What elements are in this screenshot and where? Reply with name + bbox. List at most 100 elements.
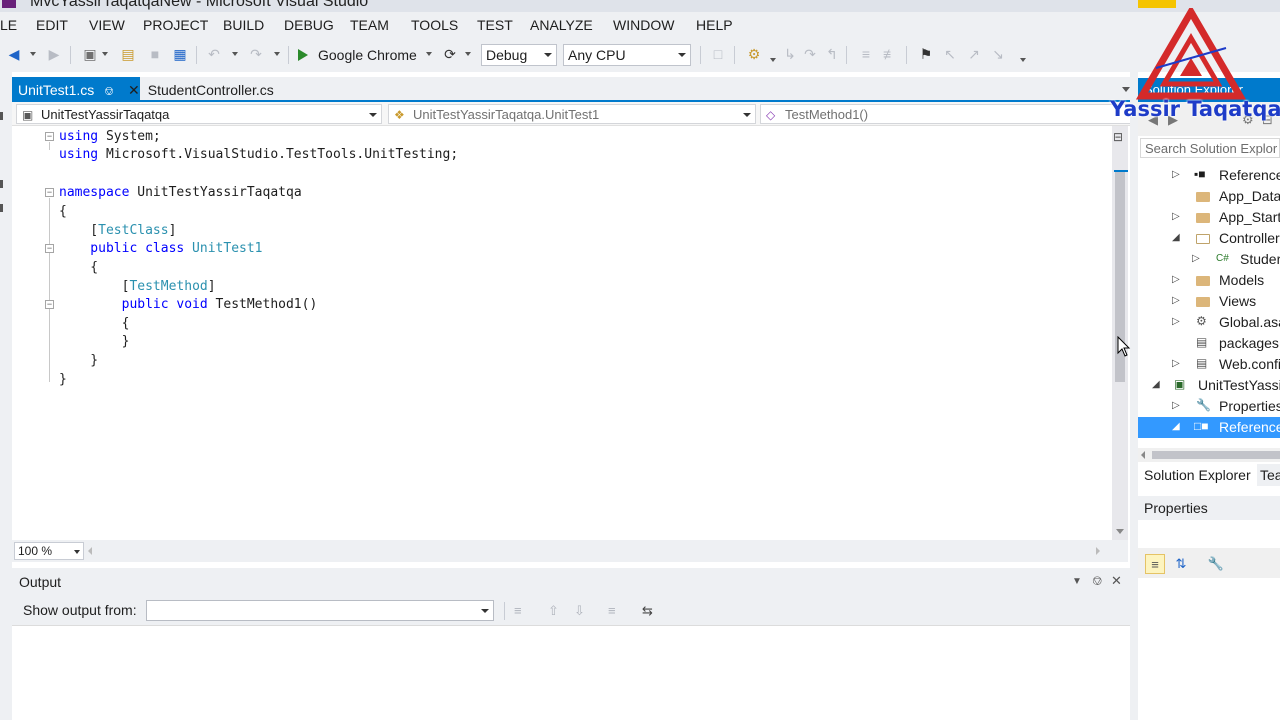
collapse-tree-icon[interactable]: ◢ <box>1152 379 1160 390</box>
comment-icon[interactable]: ≡ <box>858 46 874 62</box>
type-dropdown[interactable]: ❖ UnitTestYassirTaqatqa.UnitTest1 <box>388 104 756 124</box>
word-wrap-icon[interactable]: ⇆ <box>642 603 653 619</box>
scrollbar-thumb[interactable] <box>1152 451 1280 459</box>
expand-icon[interactable]: ▷ <box>1172 274 1180 285</box>
alphabetical-icon[interactable]: ⇅ <box>1171 554 1191 574</box>
pin-icon[interactable]: ⎊ <box>104 84 114 98</box>
tree-item-global-asax[interactable]: ▷ ⚙ Global.asa <box>1138 312 1280 333</box>
menu-debug[interactable]: DEBUG <box>284 17 334 33</box>
split-window-icon[interactable]: ⊟ <box>1113 130 1123 144</box>
pin-icon[interactable]: ⎊ <box>1092 573 1102 589</box>
expand-icon[interactable]: ▷ <box>1192 253 1200 264</box>
save-all-icon[interactable]: ▦ <box>172 46 188 62</box>
toolbar-overflow-icon[interactable] <box>1020 58 1026 62</box>
menu-window[interactable]: WINDOW <box>613 17 674 33</box>
tree-item-app-start[interactable]: ▷ App_Start <box>1138 207 1280 228</box>
close-icon[interactable]: ✕ <box>128 82 140 98</box>
step-over-icon[interactable]: ↷ <box>802 46 818 62</box>
data-sources-tab-icon[interactable] <box>0 204 3 212</box>
solution-platform-select[interactable]: Any CPU <box>563 44 691 66</box>
tree-item-unittest-project[interactable]: ◢ ▣ UnitTestYassi <box>1138 375 1280 396</box>
output-source-select[interactable] <box>146 600 494 621</box>
tab-solution-explorer[interactable]: Solution Explorer <box>1138 464 1257 486</box>
clear-all-icon[interactable]: ≡ <box>608 603 616 618</box>
find-in-files-icon[interactable]: □ <box>710 46 726 62</box>
tree-item-references-selected[interactable]: ◢ □■ Reference <box>1138 417 1280 438</box>
search-solution-explorer-input[interactable]: Search Solution Explor <box>1140 138 1280 158</box>
menu-project[interactable]: PROJECT <box>143 17 208 33</box>
find-message-icon[interactable]: ≡ <box>514 603 522 618</box>
new-project-dropdown-icon[interactable] <box>102 52 108 56</box>
start-debugging-button[interactable]: Google Chrome <box>298 45 417 65</box>
save-icon[interactable]: ■ <box>147 46 163 62</box>
new-project-icon[interactable]: ▣ <box>82 46 98 62</box>
menu-build[interactable]: BUILD <box>223 17 264 33</box>
solution-explorer-hscrollbar[interactable] <box>1138 448 1280 462</box>
collapse-tree-icon[interactable]: ◢ <box>1172 421 1180 432</box>
tree-item-web-config[interactable]: ▷ ▤ Web.confi <box>1138 354 1280 375</box>
next-message-icon[interactable]: ⇩ <box>574 603 585 619</box>
menu-analyze[interactable]: ANALYZE <box>530 17 593 33</box>
menu-test[interactable]: TEST <box>477 17 513 33</box>
tree-item-controllers[interactable]: ◢ Controller <box>1138 228 1280 249</box>
solution-configuration-select[interactable]: Debug <box>481 44 557 66</box>
project-dropdown[interactable]: ▣ UnitTestYassirTaqatqa <box>16 104 382 124</box>
tab-studentcontroller[interactable]: ✕ StudentController.cs <box>122 77 307 102</box>
run-target-dropdown-icon[interactable] <box>426 52 432 56</box>
tree-item-models[interactable]: ▷ Models <box>1138 270 1280 291</box>
redo-icon[interactable]: ↷ <box>248 46 264 62</box>
collapse-tree-icon[interactable]: ◢ <box>1172 232 1180 243</box>
tab-unittest1[interactable]: UnitTest1.cs ⎊ <box>12 77 140 102</box>
expand-icon[interactable]: ▷ <box>1172 295 1180 306</box>
solution-configurations-icon[interactable]: ⚙ <box>746 46 762 62</box>
tree-item-properties[interactable]: ▷ 🔧 Properties <box>1138 396 1280 417</box>
member-dropdown[interactable]: ◇ TestMethod1() <box>760 104 1136 124</box>
undo-dropdown-icon[interactable] <box>232 52 238 56</box>
refresh-dropdown-icon[interactable] <box>465 52 471 56</box>
back-icon[interactable]: ◀ <box>6 46 22 62</box>
editor-vertical-scrollbar[interactable]: ⊟ <box>1112 126 1128 542</box>
dock-splitter[interactable] <box>1130 72 1138 720</box>
open-file-icon[interactable]: ▤ <box>120 46 136 62</box>
tree-item-references[interactable]: ▷ ▪■ Reference <box>1138 165 1280 186</box>
scroll-left-icon[interactable] <box>88 547 92 555</box>
menu-team[interactable]: TEAM <box>350 17 389 33</box>
code-editor[interactable]: − using System; using Microsoft.VisualSt… <box>12 126 1112 540</box>
scroll-right-icon[interactable] <box>1096 547 1100 555</box>
collapse-icon[interactable]: − <box>45 244 54 253</box>
step-into-icon[interactable]: ↳ <box>782 46 798 62</box>
clear-bookmarks-icon[interactable]: ↘ <box>990 46 1006 62</box>
menu-file[interactable]: LE <box>0 17 17 33</box>
collapse-icon[interactable]: − <box>45 300 54 309</box>
bookmark-icon[interactable]: ⚑ <box>918 46 934 62</box>
redo-dropdown-icon[interactable] <box>274 52 280 56</box>
expand-icon[interactable]: ▷ <box>1172 400 1180 411</box>
scroll-down-icon[interactable] <box>1116 529 1124 534</box>
previous-bookmark-icon[interactable]: ↖ <box>942 46 958 62</box>
expand-icon[interactable]: ▷ <box>1172 316 1180 327</box>
tab-team-explorer[interactable]: Tea <box>1254 464 1280 486</box>
next-bookmark-icon[interactable]: ↗ <box>966 46 982 62</box>
expand-icon[interactable]: ▷ <box>1172 169 1180 180</box>
tree-item-packages-config[interactable]: ▤ packages. <box>1138 333 1280 354</box>
expand-icon[interactable]: ▷ <box>1172 211 1180 222</box>
tree-item-student-controller[interactable]: ▷ C# Studer <box>1138 249 1280 270</box>
server-explorer-tab-icon[interactable] <box>0 112 3 120</box>
collapse-icon[interactable]: − <box>45 188 54 197</box>
tree-item-app-data[interactable]: App_Data <box>1138 186 1280 207</box>
uncomment-icon[interactable]: ≢ <box>882 46 898 62</box>
scroll-left-icon[interactable] <box>1141 451 1145 459</box>
toolbar-options-icon[interactable] <box>770 58 776 62</box>
output-text-area[interactable] <box>12 626 1130 720</box>
refresh-browser-icon[interactable]: ⟳ <box>442 46 458 62</box>
collapse-icon[interactable]: − <box>45 132 54 141</box>
back-dropdown-icon[interactable] <box>30 52 36 56</box>
menu-view[interactable]: VIEW <box>89 17 125 33</box>
menu-edit[interactable]: EDIT <box>36 17 68 33</box>
notification-flag-icon[interactable] <box>1138 0 1176 8</box>
previous-message-icon[interactable]: ⇧ <box>548 603 559 619</box>
categorized-icon[interactable]: ≡ <box>1145 554 1165 574</box>
property-pages-icon[interactable]: 🔧 <box>1206 554 1226 574</box>
toolbox-tab-icon[interactable] <box>0 180 3 188</box>
zoom-select[interactable]: 100 % <box>14 542 84 560</box>
